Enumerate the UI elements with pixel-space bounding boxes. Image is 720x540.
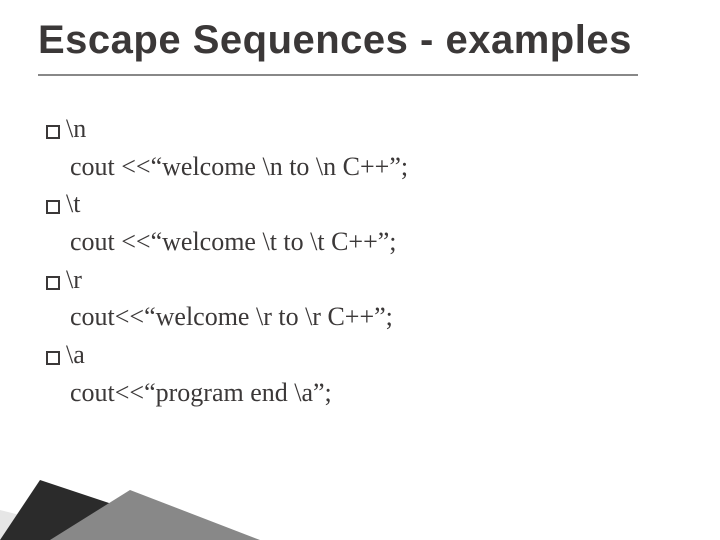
bullet-label: \a (66, 336, 85, 374)
bullet-box-icon (46, 351, 60, 365)
code-line: cout <<“welcome \t to \t C++”; (70, 223, 666, 261)
bullet-box-icon (46, 276, 60, 290)
corner-decoration (0, 480, 260, 540)
bullet-label: \t (66, 185, 80, 223)
title-underline (38, 74, 638, 76)
slide-body: \n cout <<“welcome \n to \n C++”; \t cou… (46, 110, 666, 412)
bullet-box-icon (46, 200, 60, 214)
bullet-label: \n (66, 110, 86, 148)
bullet-item: \t (46, 185, 666, 223)
bullet-item: \n (46, 110, 666, 148)
bullet-label: \r (66, 261, 82, 299)
bullet-box-icon (46, 125, 60, 139)
code-line: cout<<“program end \a”; (70, 374, 666, 412)
bullet-item: \a (46, 336, 666, 374)
code-line: cout<<“welcome \r to \r C++”; (70, 298, 666, 336)
slide: Escape Sequences - examples \n cout <<“w… (0, 0, 720, 540)
slide-title: Escape Sequences - examples (38, 18, 632, 63)
bullet-item: \r (46, 261, 666, 299)
code-line: cout <<“welcome \n to \n C++”; (70, 148, 666, 186)
